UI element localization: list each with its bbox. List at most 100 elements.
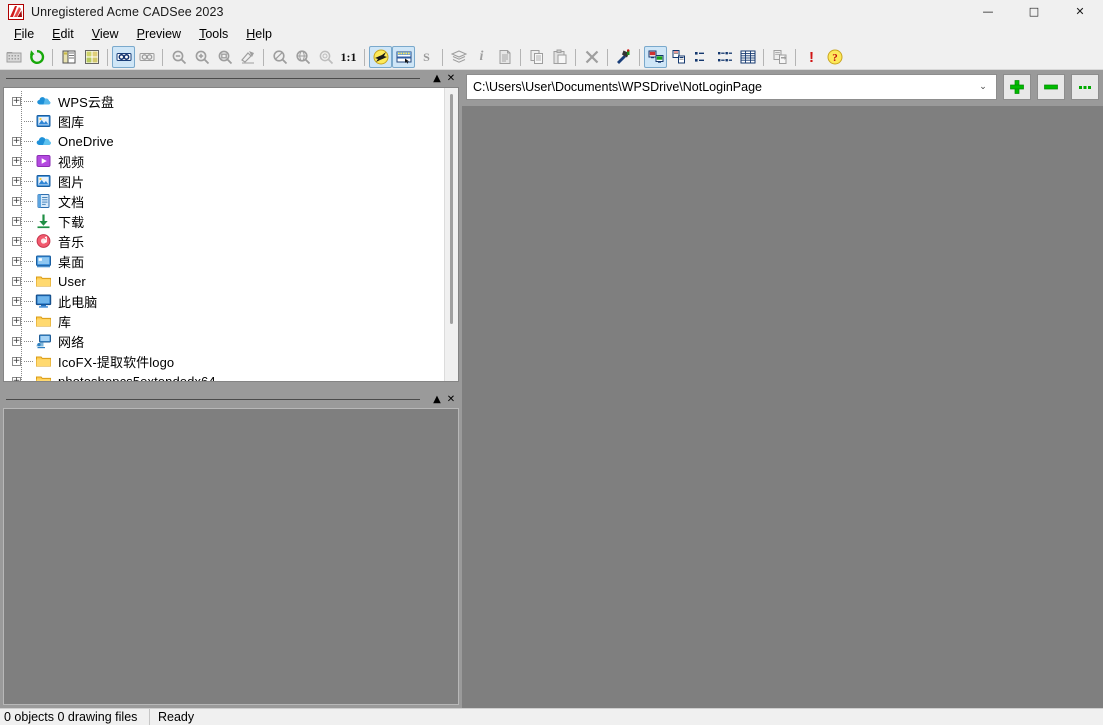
tree-node-8[interactable]: + 桌面 xyxy=(4,251,444,271)
minimize-button[interactable]: — xyxy=(965,0,1011,23)
add-folder-button[interactable] xyxy=(1003,74,1031,100)
quick-view-button[interactable] xyxy=(369,46,392,68)
zoom-actual-size-button[interactable]: 1:1 xyxy=(337,46,360,68)
tree-expand-icon[interactable]: + xyxy=(12,256,21,266)
tree-node-label: 网络 xyxy=(58,334,85,350)
preview-panel-collapse-button[interactable]: ▲ xyxy=(430,393,444,407)
small-icons-button[interactable] xyxy=(690,46,713,68)
tree-expand-icon[interactable]: + xyxy=(12,196,21,206)
tree-expand-placeholder xyxy=(12,117,21,126)
chevron-down-icon[interactable]: ⌄ xyxy=(976,82,990,92)
menu-file[interactable]: File xyxy=(5,24,43,44)
remove-folder-button[interactable] xyxy=(1037,74,1065,100)
info-button: i xyxy=(470,46,493,68)
close-icon: ✕ xyxy=(1075,5,1085,18)
tree-expand-icon[interactable]: + xyxy=(12,176,21,186)
tree-expand-icon[interactable]: + xyxy=(12,376,21,381)
more-options-button[interactable] xyxy=(1071,74,1099,100)
zoom-in-button xyxy=(190,46,213,68)
tree-node-label: 库 xyxy=(58,314,72,330)
about-button[interactable]: ! xyxy=(800,46,823,68)
application-window: Unregistered Acme CADSee 2023 — □ ✕ File… xyxy=(0,0,1103,725)
refresh-button[interactable] xyxy=(25,46,48,68)
tree-expand-icon[interactable]: + xyxy=(12,156,21,166)
tree-node-13[interactable]: + IcoFX-提取软件logo xyxy=(4,351,444,371)
document-blue-icon xyxy=(35,193,52,209)
pan-button xyxy=(236,46,259,68)
menu-view[interactable]: View xyxy=(83,24,128,44)
tree-node-2[interactable]: + OneDrive xyxy=(4,131,444,151)
left-dock: ▲ ✕ + WPS云盘 图库 + OneDrive + 视频 + 图片 + 文档 + 下载 + 音乐 + 桌面 +… xyxy=(0,70,462,708)
tree-node-6[interactable]: + 下载 xyxy=(4,211,444,231)
tree-scrollbar-thumb[interactable] xyxy=(450,94,453,324)
thumbnail-view-button[interactable] xyxy=(80,46,103,68)
tree-node-3[interactable]: + 视频 xyxy=(4,151,444,171)
path-input[interactable]: C:\Users\User\Documents\WPSDrive\NotLogi… xyxy=(473,80,976,94)
tree-expand-icon[interactable]: + xyxy=(12,276,21,286)
preview-panel-close-button[interactable]: ✕ xyxy=(444,393,458,407)
magnifier-plus-icon xyxy=(194,49,210,65)
menu-edit[interactable]: Edit xyxy=(43,24,83,44)
close-button[interactable]: ✕ xyxy=(1057,0,1103,23)
tree-node-5[interactable]: + 文档 xyxy=(4,191,444,211)
compare-doc-button[interactable] xyxy=(667,46,690,68)
tree-node-14[interactable]: + photoshopcs5extendedx64 xyxy=(4,371,444,381)
folder-tree[interactable]: + WPS云盘 图库 + OneDrive + 视频 + 图片 + 文档 + 下载 + 音乐 + 桌面 + User… xyxy=(4,88,444,381)
tree-expand-icon[interactable]: + xyxy=(12,356,21,366)
tree-dash-connector xyxy=(24,140,33,142)
snap-button: S xyxy=(415,46,438,68)
menu-tools[interactable]: Tools xyxy=(190,24,237,44)
tree-vertical-scrollbar[interactable] xyxy=(444,88,458,381)
tree-node-0[interactable]: + WPS云盘 xyxy=(4,91,444,111)
tree-node-10[interactable]: + 此电脑 xyxy=(4,291,444,311)
menu-label: review xyxy=(144,27,182,41)
filmstrip-button[interactable] xyxy=(392,46,415,68)
zoom-extents-button xyxy=(268,46,291,68)
folder-yellow-icon xyxy=(35,353,52,369)
preview-panel-drag-grip[interactable] xyxy=(6,399,420,400)
tree-panel-close-button[interactable]: ✕ xyxy=(444,72,458,86)
tree-dash-connector xyxy=(24,340,33,342)
menu-help[interactable]: Help xyxy=(237,24,281,44)
tree-expand-icon[interactable]: + xyxy=(12,216,21,226)
tree-expand-icon[interactable]: + xyxy=(12,316,21,326)
preview-panel[interactable] xyxy=(3,408,459,705)
tree-node-12[interactable]: + 网络 xyxy=(4,331,444,351)
tree-node-11[interactable]: + 库 xyxy=(4,311,444,331)
dual-window-button[interactable] xyxy=(644,46,667,68)
tree-node-label: 桌面 xyxy=(58,254,85,270)
tree-node-label: User xyxy=(58,273,86,289)
cadsee-logo-icon xyxy=(8,3,24,20)
title-bar: Unregistered Acme CADSee 2023 — □ ✕ xyxy=(0,0,1103,23)
list-view-button[interactable] xyxy=(713,46,736,68)
tree-expand-icon[interactable]: + xyxy=(12,296,21,306)
toolbar-separator xyxy=(639,48,640,66)
tree-expand-icon[interactable]: + xyxy=(12,96,21,106)
copy-icon xyxy=(529,49,545,65)
maximize-button[interactable]: □ xyxy=(1011,0,1057,23)
panel-drag-grip[interactable] xyxy=(6,78,420,79)
help-button[interactable]: ? xyxy=(823,46,846,68)
tree-node-1[interactable]: 图库 xyxy=(4,111,444,131)
download-arrow-icon xyxy=(35,213,52,229)
details-view-button[interactable] xyxy=(736,46,759,68)
menu-preview[interactable]: Preview xyxy=(128,24,190,44)
main-view-area[interactable] xyxy=(462,106,1103,708)
tree-node-9[interactable]: + User xyxy=(4,271,444,291)
toggle-tree-panel-button[interactable] xyxy=(57,46,80,68)
tree-panel-collapse-button[interactable]: ▲ xyxy=(430,72,444,86)
tree-node-4[interactable]: + 图片 xyxy=(4,171,444,191)
magnifier-window-icon xyxy=(217,49,233,65)
tree-expand-icon[interactable]: + xyxy=(12,336,21,346)
tree-expand-icon[interactable]: + xyxy=(12,136,21,146)
measure-button[interactable] xyxy=(612,46,635,68)
compare-two-button[interactable] xyxy=(112,46,135,68)
tree-expand-icon[interactable]: + xyxy=(12,236,21,246)
onedrive-cloud-icon xyxy=(35,133,52,149)
tree-node-label: 下载 xyxy=(58,214,85,230)
tree-node-7[interactable]: + 音乐 xyxy=(4,231,444,251)
layers-icon xyxy=(450,49,467,65)
tree-connector-line xyxy=(21,231,22,251)
path-combobox[interactable]: C:\Users\User\Documents\WPSDrive\NotLogi… xyxy=(466,74,997,100)
tree-node-label: WPS云盘 xyxy=(58,94,115,110)
